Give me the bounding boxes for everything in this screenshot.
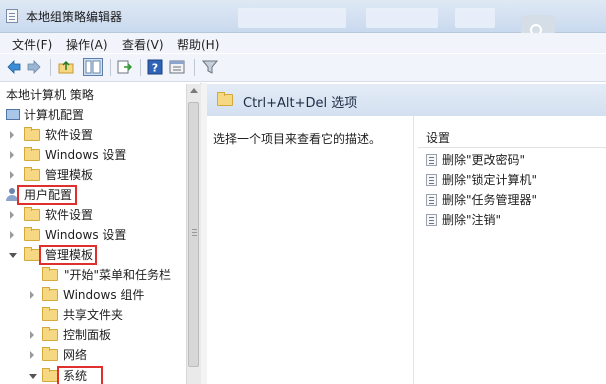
filter-icon[interactable]	[202, 59, 218, 75]
detail-header-title: Ctrl+Alt+Del 选项	[243, 96, 358, 111]
tree-label: 共享文件夹	[63, 308, 124, 322]
menu-view[interactable]: 查看(V)	[122, 36, 164, 53]
folder-icon	[24, 207, 40, 221]
setting-icon	[426, 154, 437, 166]
folder-icon	[24, 127, 40, 141]
tree-label: Windows 组件	[63, 288, 145, 302]
tree-label: 管理模板	[45, 168, 94, 182]
menu-help[interactable]: 帮助(H)	[177, 36, 219, 53]
title-bar: 本地组策略编辑器	[0, 0, 606, 33]
tree-label: "开始"菜单和任务栏	[64, 268, 172, 282]
description-text: 选择一个项目来查看它的描述。	[213, 132, 382, 146]
tree-label: 软件设置	[45, 128, 94, 142]
expand-arrow-icon[interactable]	[30, 351, 34, 359]
highlight-box	[39, 245, 97, 265]
scroll-up-icon[interactable]	[190, 88, 198, 93]
column-header-setting[interactable]: 设置	[418, 128, 606, 148]
folder-icon	[42, 307, 58, 321]
folder-open-icon	[24, 247, 40, 261]
policy-editor-icon	[6, 9, 18, 23]
expand-arrow-icon[interactable]	[30, 291, 34, 299]
blurred-taskbar-region-3	[455, 8, 495, 28]
grip-line	[192, 235, 197, 236]
list-item-label: 删除"锁定计算机"	[442, 173, 538, 187]
grip-line	[192, 232, 197, 233]
list-item-label: 删除"更改密码"	[442, 153, 526, 167]
detail-header: Ctrl+Alt+Del 选项	[207, 84, 606, 116]
tree-label: 网络	[63, 348, 88, 362]
tree-label: 软件设置	[45, 208, 94, 222]
blurred-taskbar-region-2	[366, 8, 438, 28]
toolbar-separator	[50, 59, 51, 76]
help-icon[interactable]: ?	[147, 59, 163, 75]
folder-icon	[24, 227, 40, 241]
expand-arrow-icon[interactable]	[10, 211, 14, 219]
grip-line	[192, 229, 197, 230]
export-list-icon[interactable]	[116, 59, 132, 75]
tree-label: 计算机配置	[24, 108, 85, 122]
expand-arrow-icon[interactable]	[10, 171, 14, 179]
folder-icon	[24, 147, 40, 161]
list-item-label: 删除"注销"	[442, 213, 502, 227]
expand-arrow-icon[interactable]	[30, 331, 34, 339]
blurred-taskbar-region	[238, 8, 346, 28]
pane-splitter[interactable]	[201, 83, 207, 384]
folder-icon	[42, 347, 58, 361]
tree-pane: 本地计算机 策略 计算机配置 软件设置 Windows 设置 管理模板 用户配置…	[0, 83, 201, 384]
toolbar-separator	[140, 59, 141, 76]
properties-icon[interactable]	[169, 59, 185, 75]
toolbar: ?	[0, 54, 606, 82]
folder-icon	[24, 167, 40, 181]
tree-scrollbar[interactable]	[186, 84, 201, 384]
expand-arrow-icon[interactable]	[10, 151, 14, 159]
collapse-arrow-icon[interactable]	[29, 374, 37, 379]
setting-icon	[426, 174, 437, 186]
list-item-label: 删除"任务管理器"	[442, 193, 538, 207]
menu-file[interactable]: 文件(F)	[12, 36, 52, 53]
menu-action[interactable]: 操作(A)	[66, 36, 108, 53]
tree-label: 控制面板	[63, 328, 112, 342]
collapse-arrow-icon[interactable]	[9, 253, 17, 258]
folder-icon	[42, 267, 58, 281]
highlight-box	[57, 366, 103, 384]
folder-open-icon	[42, 368, 58, 382]
tree-root-label: 本地计算机 策略	[6, 88, 94, 102]
expand-arrow-icon[interactable]	[10, 231, 14, 239]
tree-label: Windows 设置	[45, 148, 127, 162]
toolbar-separator	[194, 59, 195, 76]
expand-arrow-icon[interactable]	[10, 131, 14, 139]
folder-icon	[217, 92, 233, 106]
show-hide-tree-icon[interactable]	[83, 58, 103, 76]
setting-icon	[426, 194, 437, 206]
window-title: 本地组策略编辑器	[26, 10, 123, 24]
setting-icon	[426, 214, 437, 226]
forward-icon[interactable]	[26, 59, 42, 75]
up-folder-icon[interactable]	[58, 59, 74, 75]
svg-text:?: ?	[152, 62, 158, 75]
folder-icon	[42, 327, 58, 341]
highlight-box	[17, 185, 77, 205]
tree-label: Windows 设置	[45, 228, 127, 242]
scrollbar-thumb[interactable]	[188, 102, 199, 367]
menu-bar: 文件(F) 操作(A) 查看(V) 帮助(H)	[0, 33, 606, 53]
folder-icon	[42, 287, 58, 301]
back-icon[interactable]	[6, 59, 22, 75]
computer-icon	[6, 109, 20, 120]
tree-root[interactable]: 本地计算机 策略	[6, 85, 94, 105]
toolbar-separator	[110, 59, 111, 76]
